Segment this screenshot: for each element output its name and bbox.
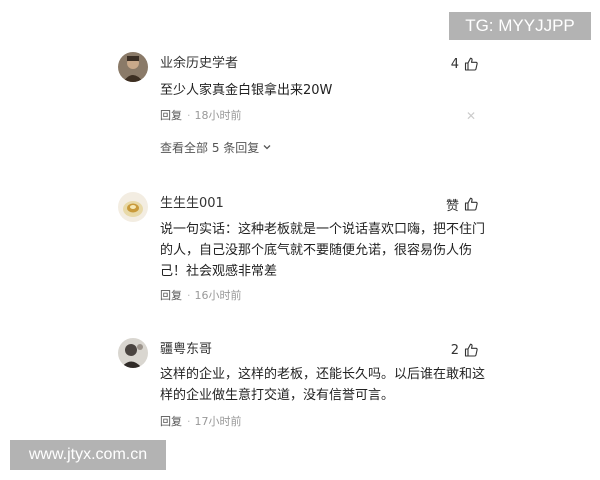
thumbs-up-icon xyxy=(464,197,478,211)
like-count: 赞 xyxy=(445,198,459,214)
timestamp: 18小时前 xyxy=(194,109,242,122)
avatar[interactable] xyxy=(118,338,148,368)
like-button[interactable]: 4 xyxy=(451,54,478,74)
comment-meta: 回复 · 17小时前 xyxy=(160,412,242,430)
comment-item: 疆粤东哥 2 这样的企业，这样的老板，还能长久吗。以后谁在敢和这 样的企业做生意… xyxy=(118,338,490,434)
timestamp: 17小时前 xyxy=(194,415,242,428)
reply-button[interactable]: 回复 xyxy=(160,287,182,303)
username[interactable]: 业余历史学者 xyxy=(160,55,238,73)
comment-item: 业余历史学者 4 至少人家真金白银拿出来20W 回复 · 18小时前 ✕ 查看全… xyxy=(118,52,490,162)
username[interactable]: 疆粤东哥 xyxy=(160,341,212,359)
comment-line: 样的企业做生意打交道，没有信誉可言。 xyxy=(160,388,395,403)
separator-dot: · xyxy=(187,288,191,302)
comment-text: 至少人家真金白银拿出来20W xyxy=(160,80,486,101)
comment-line: 这样的企业，这样的老板，还能长久吗。以后谁在敢和这 xyxy=(160,367,486,382)
view-all-replies-label: 查看全部 5 条回复 xyxy=(160,140,260,155)
reply-button[interactable]: 回复 xyxy=(160,107,182,123)
comment-line: 至少人家真金白银拿出来20W xyxy=(160,83,333,98)
view-all-replies-button[interactable]: 查看全部 5 条回复 xyxy=(160,138,272,156)
avatar[interactable] xyxy=(118,52,148,82)
watermark-top: TG: MYYJJPP xyxy=(449,12,591,40)
thumbs-up-icon xyxy=(464,343,478,357)
comment-item: 生生生001 赞 说一句实话：这种老板就是一个说话喜欢口嗨，把不住门 的人，自己… xyxy=(118,192,490,306)
timestamp: 16小时前 xyxy=(194,289,242,302)
avatar[interactable] xyxy=(118,192,148,222)
reply-button[interactable]: 回复 xyxy=(160,413,182,429)
like-count: 4 xyxy=(450,56,459,72)
watermark-bottom: www.jtyx.com.cn xyxy=(10,440,166,470)
separator-dot: · xyxy=(187,414,191,428)
thumbs-up-icon xyxy=(464,57,478,71)
chevron-down-icon xyxy=(263,145,271,150)
comment-line: 说一句实话：这种老板就是一个说话喜欢口嗨，把不住门 xyxy=(160,222,486,237)
comment-text: 这样的企业，这样的老板，还能长久吗。以后谁在敢和这 样的企业做生意打交道，没有信… xyxy=(160,364,486,406)
separator-dot: · xyxy=(187,108,191,122)
comment-line: 己！社会观感非常差 xyxy=(160,264,278,279)
comment-meta: 回复 · 16小时前 xyxy=(160,286,242,304)
like-button[interactable]: 赞 xyxy=(446,194,478,214)
comment-line: 的人，自己没那个底气就不要随便允诺，很容易伤人伤 xyxy=(160,243,473,258)
comment-meta: 回复 · 18小时前 xyxy=(160,106,242,124)
comment-text: 说一句实话：这种老板就是一个说话喜欢口嗨，把不住门 的人，自己没那个底气就不要随… xyxy=(160,219,486,282)
like-button[interactable]: 2 xyxy=(451,340,478,360)
close-icon[interactable]: ✕ xyxy=(464,109,478,123)
like-count: 2 xyxy=(450,342,459,358)
username[interactable]: 生生生001 xyxy=(160,195,224,213)
